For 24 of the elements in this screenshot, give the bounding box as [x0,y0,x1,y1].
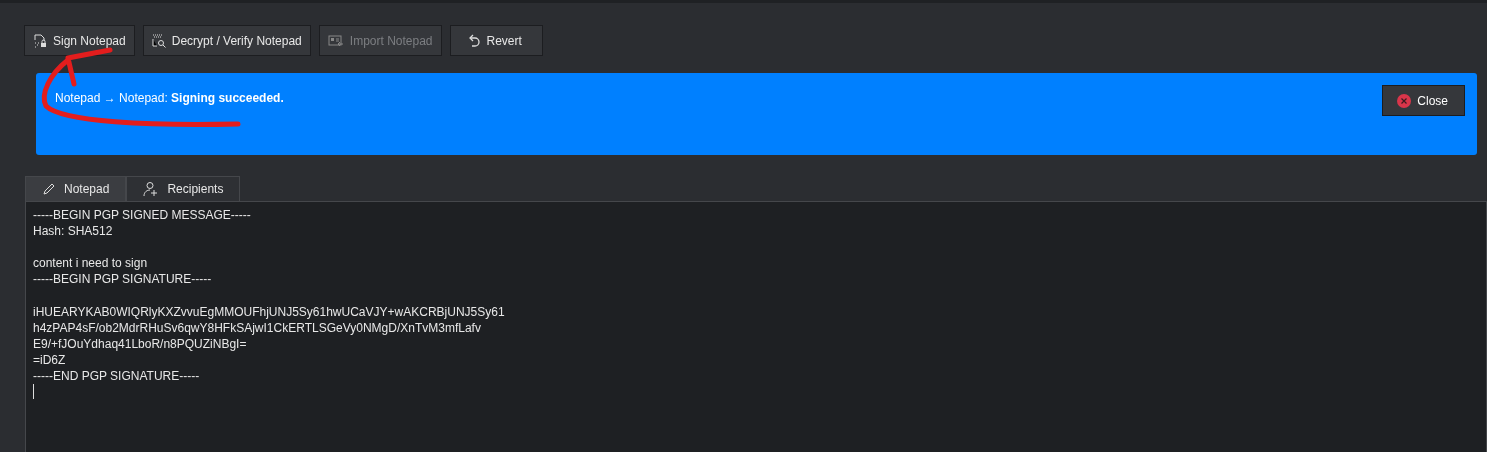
editor-line: =iD6Z [33,351,67,368]
text-editor[interactable] [25,201,1487,452]
text-cursor [33,384,34,400]
toolbar-button[interactable]: Sign Notepad [24,25,135,56]
editor-line: iHUEARYKAB0WIQRlyKXZvvuEgMMOUFhjUNJ5Sy61hwUCaVJY+wAKCRBjUNJ5Sy61 [33,303,506,320]
import-icon [327,33,344,48]
close-icon [1397,93,1412,108]
add-person-icon [143,181,160,197]
editor-line: -----END PGP SIGNATURE----- [33,367,201,385]
decrypt-icon [151,33,166,48]
sign-icon [33,33,47,48]
pencil-icon [42,182,56,196]
close-button[interactable]: Close [1382,85,1465,116]
editor-line: -----BEGIN PGP SIGNED MESSAGE----- [33,207,252,224]
status-message: Notepad → Notepad: Signing succeeded. [55,91,284,105]
tab[interactable]: Recipients [126,176,241,201]
editor-line: content i need to sign [33,255,149,272]
toolbar-button[interactable]: Revert [449,25,543,56]
editor-line: h4zPAP4sF/ob2MdrRHuSv6qwY8HFkSAjwI1CkERTLSGeVy0NMgD/XnTvM3mfLafv [33,319,482,336]
editor-line: E9/+fJOuYdhaq41LboR/n8PQUZiNBgI= [33,335,248,352]
toolbar-button[interactable]: Decrypt / Verify Notepad [142,25,311,56]
tab[interactable]: Notepad [25,176,127,201]
editor-line: -----BEGIN PGP SIGNATURE----- [33,271,213,288]
editor-line: Hash: SHA512 [33,223,114,240]
